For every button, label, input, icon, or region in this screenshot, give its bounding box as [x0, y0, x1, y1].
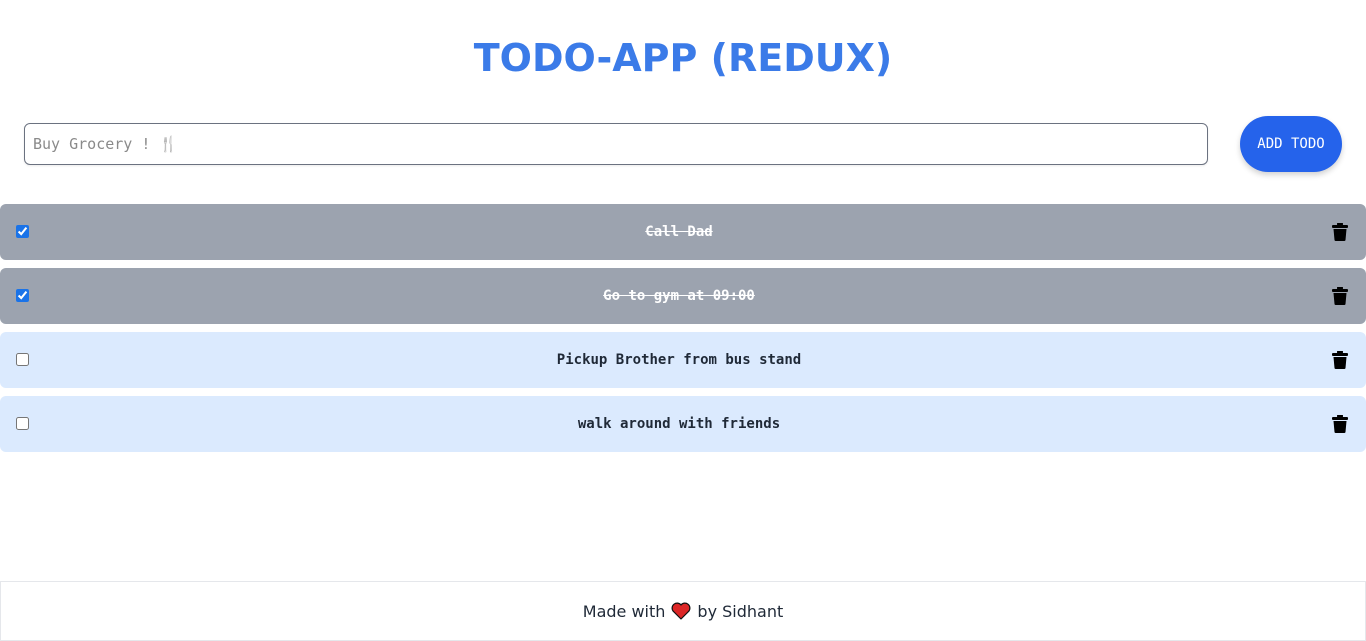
trash-icon[interactable] — [1332, 287, 1348, 305]
page-title: TODO-APP (REDUX) — [473, 36, 893, 80]
todo-item: Call Dad — [0, 204, 1366, 260]
todo-text: Call Dad — [645, 224, 713, 240]
add-todo-button[interactable]: ADD TODO — [1240, 116, 1342, 172]
heart-icon — [671, 602, 691, 620]
footer: Made with by Sidhant — [0, 581, 1366, 641]
footer-author: by Sidhant — [697, 601, 784, 621]
footer-prefix: Made with — [582, 601, 666, 621]
add-todo-form: ADD TODO — [24, 116, 1342, 172]
trash-icon[interactable] — [1332, 223, 1348, 241]
todo-list: Call Dad Go to gym at 09:00 Pickup Broth… — [0, 204, 1366, 460]
todo-item: walk around with friends — [0, 396, 1366, 452]
todo-text: Go to gym at 09:00 — [603, 288, 755, 304]
todo-item: Go to gym at 09:00 — [0, 268, 1366, 324]
todo-text: walk around with friends — [577, 416, 781, 432]
trash-icon[interactable] — [1332, 415, 1348, 433]
todo-input[interactable] — [24, 123, 1208, 165]
trash-icon[interactable] — [1332, 351, 1348, 369]
todo-item: Pickup Brother from bus stand — [0, 332, 1366, 388]
todo-text: Pickup Brother from bus stand — [556, 352, 802, 368]
